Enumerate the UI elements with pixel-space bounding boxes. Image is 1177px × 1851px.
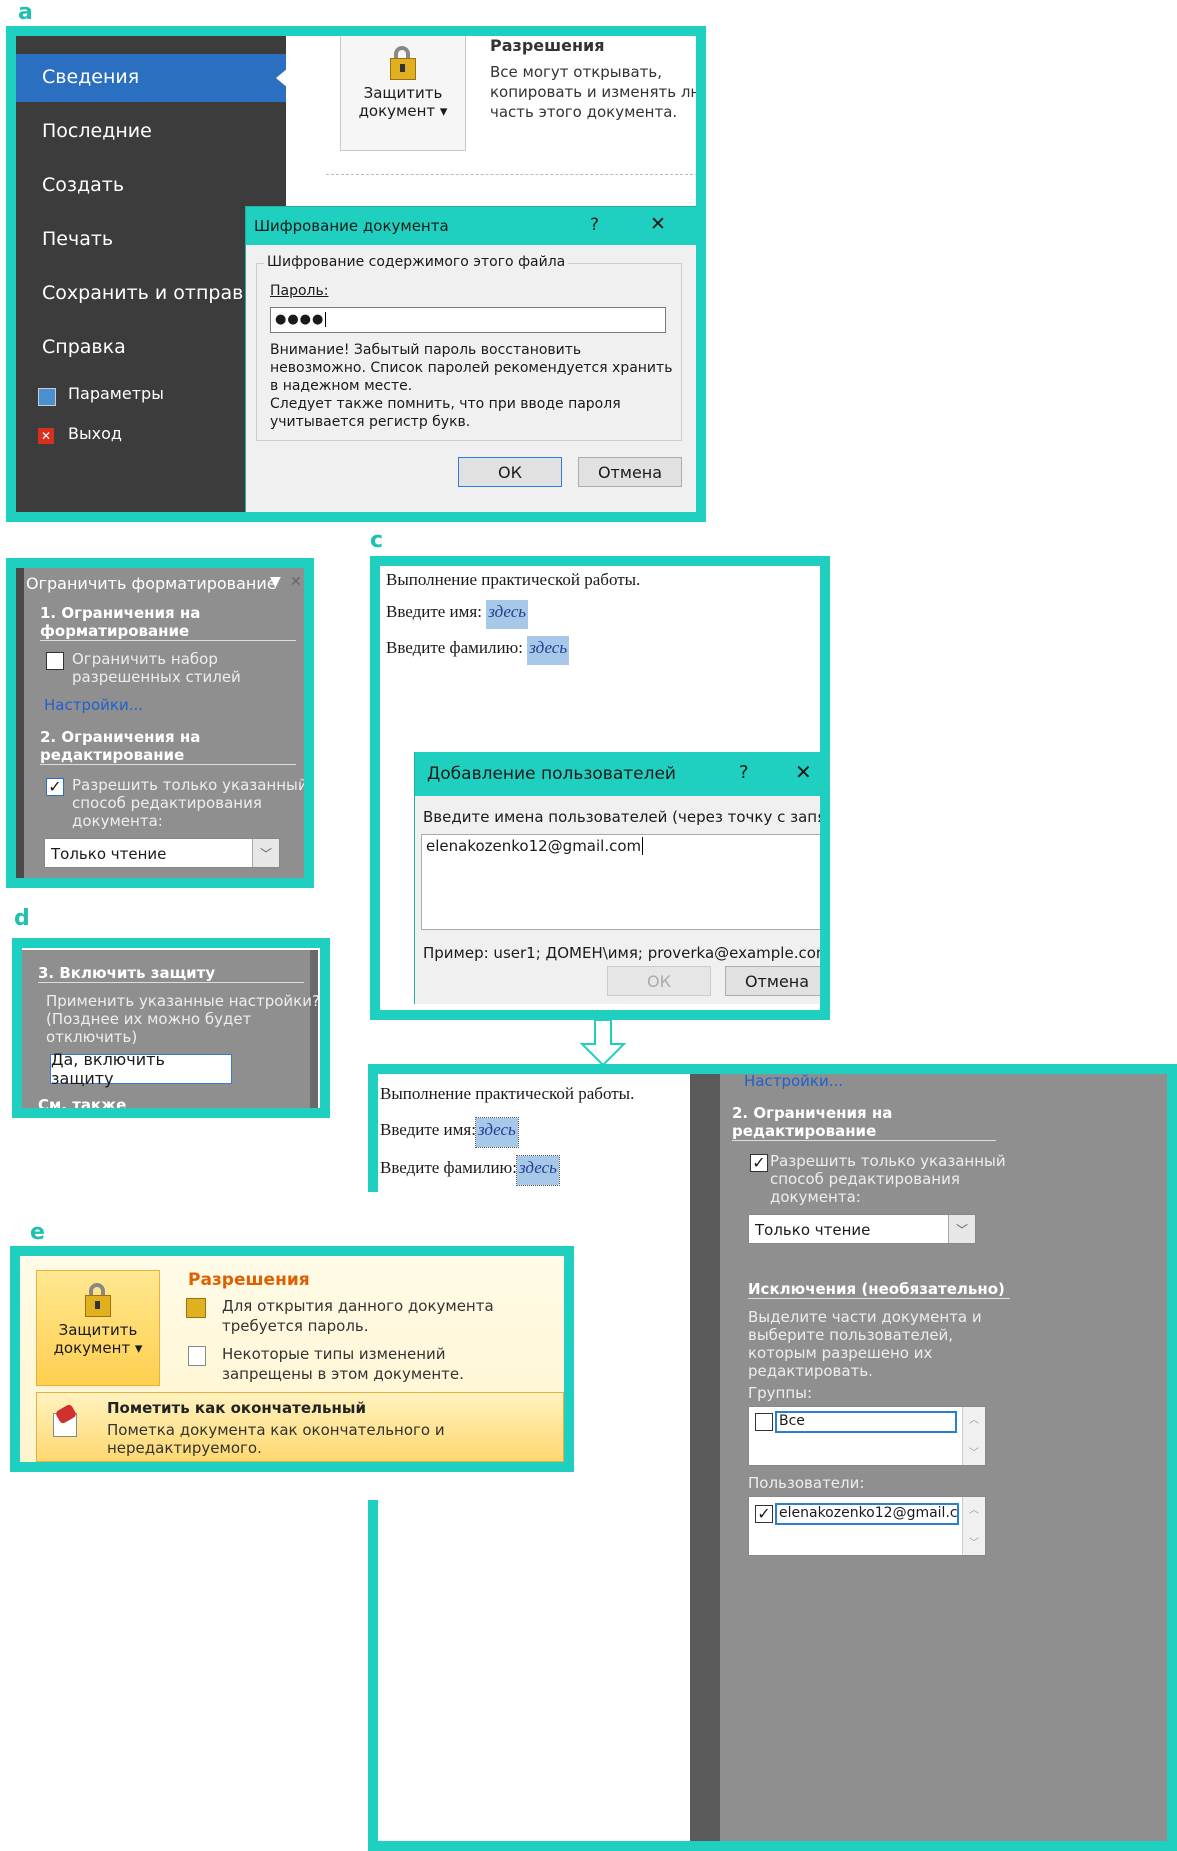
frame-e <box>10 1246 574 1472</box>
doc-surname-row: Введите фамилию: здесь <box>380 1155 560 1186</box>
section2-title: 2. Ограничения на редактирование <box>732 1104 996 1141</box>
panel-label-a: a <box>18 0 33 25</box>
result-restrict-pane: Настройки... 2. Ограничения на редактиро… <box>720 1074 1172 1851</box>
frame-d <box>12 938 330 1118</box>
edit-mode-select[interactable]: Только чтение ﹀ <box>748 1214 976 1244</box>
doc-title: Выполнение практической работы. <box>380 1084 635 1103</box>
allow-only-label: Разрешить только указанный способ редакт… <box>770 1152 1006 1206</box>
exceptions-line-2: выберите пользователей, <box>748 1326 954 1344</box>
group-all-label: Все <box>775 1411 957 1433</box>
group-all-checkbox[interactable] <box>755 1413 773 1431</box>
users-label: Пользователи: <box>748 1474 865 1492</box>
panel-label-e: e <box>30 1220 45 1245</box>
surname-content-control[interactable]: здесь <box>515 1155 560 1186</box>
doc-name-row: Введите имя: здесь <box>380 1117 519 1148</box>
frame-result-top <box>368 1064 1172 1074</box>
groups-label: Группы: <box>748 1384 813 1402</box>
groups-list[interactable]: Все ︿ ﹀ <box>748 1406 986 1466</box>
pane-splitter[interactable] <box>690 1074 720 1851</box>
panel-label-c: c <box>370 528 384 553</box>
exceptions-line-1: Выделите части документа и <box>748 1308 982 1326</box>
edit-mode-value: Только чтение <box>755 1221 871 1239</box>
allow-only-line-3: документа: <box>770 1188 861 1206</box>
frame-result-left-top <box>368 1064 378 1192</box>
doc-surname-label: Введите фамилию: <box>380 1158 517 1177</box>
user-checkbox[interactable] <box>755 1505 773 1523</box>
panel-label-d: d <box>14 906 30 931</box>
groups-scrollbar[interactable]: ︿ ﹀ <box>962 1407 985 1465</box>
name-content-control[interactable]: здесь <box>474 1117 519 1148</box>
allow-only-line-1: Разрешить только указанный <box>770 1152 1006 1170</box>
frame-c <box>370 556 830 1020</box>
allow-only-checkbox[interactable] <box>750 1154 768 1172</box>
users-scrollbar[interactable]: ︿ ﹀ <box>962 1497 985 1555</box>
frame-a <box>6 26 706 522</box>
section2-line-1: 2. Ограничения на <box>732 1104 893 1122</box>
frame-result-right <box>1167 1064 1177 1851</box>
exceptions-line-3: которым разрешено их <box>748 1344 933 1362</box>
exceptions-title: Исключения (необязательно) <box>748 1280 1010 1299</box>
user-label: elenakozenko12@gmail.co <box>775 1503 959 1525</box>
frame-b <box>6 558 314 888</box>
users-list[interactable]: elenakozenko12@gmail.co ︿﹀ <box>748 1496 986 1556</box>
result-doc: Выполнение практической работы. Введите … <box>376 1074 696 1194</box>
doc-name-label: Введите имя: <box>380 1120 476 1139</box>
chevron-down-icon: ﹀ <box>948 1215 975 1243</box>
exceptions-text: Выделите части документа и выберите поль… <box>748 1308 982 1380</box>
section2-line-2: редактирование <box>732 1122 877 1140</box>
frame-result-left-bottom <box>368 1500 378 1851</box>
exceptions-line-4: редактировать. <box>748 1362 873 1380</box>
settings-link[interactable]: Настройки... <box>744 1074 843 1090</box>
down-arrow-icon <box>579 1019 627 1067</box>
allow-only-line-2: способ редактирования <box>770 1170 960 1188</box>
frame-result-bottom <box>368 1841 1177 1851</box>
